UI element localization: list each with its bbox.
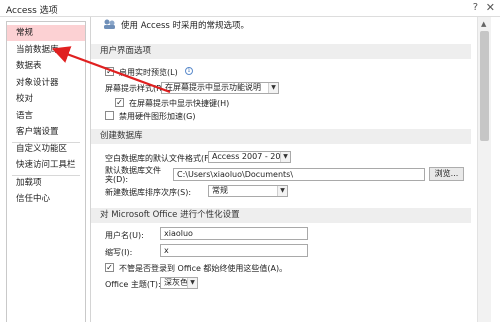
scroll-up-icon[interactable]: ▲ [481,20,486,28]
help-icon[interactable]: ? [473,2,478,13]
vertical-scrollbar[interactable]: ▲ [477,17,491,322]
sidebar-item-client-settings[interactable]: 客户端设置 [7,124,85,140]
file-format-label: 空白数据库的默认文件格式(F): [105,154,215,163]
tooltip-style-label: 屏幕提示样式(R): [105,84,168,93]
sidebar-item-customize-ribbon[interactable]: 自定义功能区 [7,141,85,157]
options-panel: 使用 Access 时采用的常规选项。 用户界面选项 ✓ 启用实时预览(L) i… [90,17,477,322]
window-title: Access 选项 [6,6,58,16]
office-theme-value: 深灰色 [164,278,188,287]
section-personalize-office: 对 Microsoft Office 进行个性化设置 [91,208,471,223]
username-input[interactable]: xiaoluo [160,227,308,240]
sort-order-label: 新建数据库排序次序(S): [105,188,192,197]
sidebar-item-quick-access-toolbar[interactable]: 快速访问工具栏 [7,157,85,173]
sidebar-item-current-database[interactable]: 当前数据库 [7,42,85,58]
show-shortcuts-checkbox[interactable]: ✓ [115,98,124,107]
username-label: 用户名(U): [105,231,144,240]
chevron-down-icon: ▼ [268,83,278,93]
chevron-down-icon: ▼ [280,152,290,162]
initials-input[interactable]: x [160,244,308,257]
tooltip-style-select[interactable]: 在屏幕提示中显示功能说明 ▼ [161,82,279,94]
sort-order-value: 常规 [212,186,228,195]
sidebar-item-general[interactable]: 常规 [7,25,85,41]
default-folder-label: 默认数据库文件夹(D): [105,166,161,184]
options-icon [103,18,117,30]
sidebar-item-add-ins[interactable]: 加载项 [7,175,85,191]
disable-hw-accel-checkbox[interactable] [105,111,114,120]
scrollbar-thumb[interactable] [480,31,489,141]
initials-label: 缩写(I): [105,248,133,257]
file-format-value: Access 2007 - 2013 [212,152,291,161]
sidebar: 常规 当前数据库 数据表 对象设计器 校对 语言 客户端设置 自定义功能区 快速… [6,21,86,322]
info-icon[interactable]: i [185,67,193,75]
chevron-down-icon: ▼ [277,186,287,196]
sidebar-item-proofing[interactable]: 校对 [7,91,85,107]
sidebar-item-datasheet[interactable]: 数据表 [7,58,85,74]
file-format-select[interactable]: Access 2007 - 2013 ▼ [208,151,291,163]
live-preview-label: 启用实时预览(L) [119,68,178,77]
sidebar-item-object-designers[interactable]: 对象设计器 [7,75,85,91]
general-options-description: 使用 Access 时采用的常规选项。 [121,21,250,31]
sort-order-select[interactable]: 常规 ▼ [208,185,288,197]
section-create-databases: 创建数据库 [91,129,471,144]
live-preview-checkbox[interactable]: ✓ [105,67,114,76]
browse-button[interactable]: 浏览... [429,167,464,181]
title-bar: Access 选项 ? ✕ [0,0,500,17]
section-ui-options: 用户界面选项 [91,44,471,59]
tooltip-style-value: 在屏幕提示中显示功能说明 [165,83,261,92]
always-use-values-checkbox[interactable]: ✓ [105,263,114,272]
office-theme-select[interactable]: 深灰色 ▼ [160,277,198,289]
show-shortcuts-label: 在屏幕提示中显示快捷键(H) [129,99,230,108]
office-theme-label: Office 主题(T): [105,280,161,289]
default-folder-input[interactable]: C:\Users\xiaoluo\Documents\ [173,168,425,181]
disable-hw-accel-label: 禁用硬件图形加速(G) [119,112,196,121]
sidebar-item-trust-center[interactable]: 信任中心 [7,191,85,207]
close-icon[interactable]: ✕ [486,1,495,14]
sidebar-item-language[interactable]: 语言 [7,108,85,124]
chevron-down-icon: ▼ [187,278,197,288]
always-use-values-label: 不管是否登录到 Office 都始终使用这些值(A)。 [119,264,288,273]
